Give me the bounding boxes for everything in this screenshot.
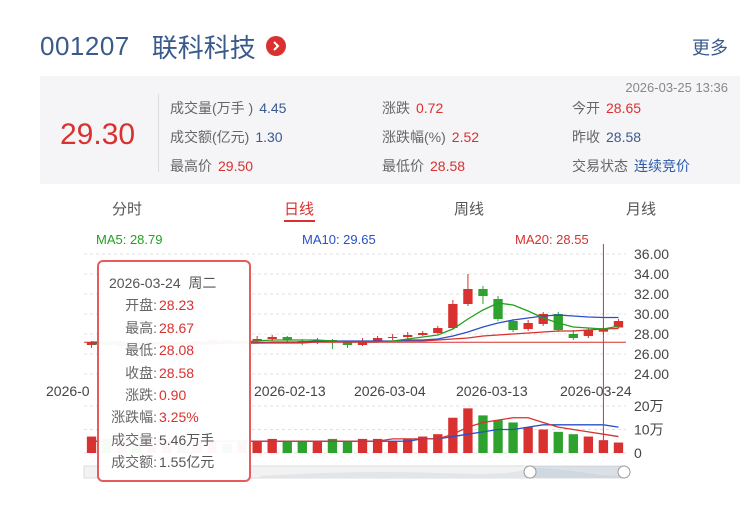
volume-tick-label: 0 [634, 445, 642, 461]
field-low: 最低价 28.58 [382, 158, 466, 174]
candle-tooltip: 2026-03-24 周二 开盘: 28.23 最高: 28.67 最低: 28.08… [97, 260, 251, 482]
quote-divider [158, 94, 159, 172]
volume-bar [583, 436, 594, 453]
candle-body [478, 289, 488, 296]
tooltip-row-turnover: 成交额: 1.55亿元 [111, 454, 215, 471]
price-tick-label: 36.00 [634, 246, 669, 262]
price-tick-label: 24.00 [634, 366, 669, 382]
volume-bar [523, 427, 533, 453]
quote-timestamp: 2026-03-25 13:36 [625, 80, 728, 95]
field-change: 涨跌 0.72 [382, 100, 444, 116]
volume-bar [508, 422, 518, 453]
date-tick-label: 2026-03-13 [456, 383, 528, 399]
chevron-right-icon [273, 41, 280, 51]
range-slider-handle-right[interactable] [617, 465, 631, 479]
volume-bar [478, 415, 488, 453]
period-tabs: 分时 日线 周线 月线 [40, 190, 740, 224]
candle-body [387, 337, 398, 338]
stock-quote-page: 001207 联科科技 更多 2026-03-25 13:36 29.30 成交… [0, 0, 748, 514]
candle-body [463, 289, 473, 304]
candle-body [418, 333, 428, 335]
volume-bar [613, 442, 624, 453]
volume-tick-label: 20万 [634, 398, 664, 414]
price-tick-label: 30.00 [634, 306, 669, 322]
price-tick-label: 28.00 [634, 326, 669, 342]
stock-header: 001207 联科科技 [40, 28, 286, 64]
tooltip-row-close: 收盘: 28.58 [125, 364, 195, 381]
range-slider-handle-left[interactable] [523, 465, 537, 479]
volume-bar [252, 441, 262, 453]
volume-bar [86, 436, 97, 453]
tooltip-row-open: 开盘: 28.23 [125, 297, 195, 314]
tooltip-row-low: 最低: 28.08 [125, 342, 195, 359]
tab-daily[interactable]: 日线 [284, 198, 314, 219]
field-change-pct: 涨跌幅(%) 2.52 [382, 129, 480, 145]
tab-monthly[interactable]: 月线 [626, 198, 656, 219]
price-tick-label: 32.00 [634, 286, 669, 302]
more-link[interactable]: 更多 [692, 34, 728, 60]
date-tick-label: 2026-0 [46, 383, 90, 399]
volume-bar [568, 434, 578, 453]
tooltip-row-high: 最高: 28.67 [125, 319, 195, 336]
volume-bar [463, 408, 473, 453]
candle-body [523, 323, 533, 329]
candle-body [403, 335, 413, 337]
volume-bar [312, 441, 323, 453]
field-volume: 成交量(万手 ) 4.45 [170, 100, 287, 116]
volume-bar [493, 420, 503, 453]
current-price: 29.30 [60, 118, 136, 151]
candle-body [448, 304, 458, 328]
field-turnover: 成交额(亿元) 1.30 [170, 129, 283, 145]
go-detail-button[interactable] [265, 36, 286, 56]
volume-bar [387, 441, 398, 453]
tab-intraday[interactable]: 分时 [112, 198, 142, 219]
volume-bar [433, 434, 443, 453]
volume-bar [342, 441, 353, 453]
quote-panel: 2026-03-25 13:36 29.30 成交量(万手 ) 4.45 成交额(… [40, 76, 740, 184]
field-high: 最高价 29.50 [170, 158, 254, 174]
candle-body [267, 337, 277, 339]
tooltip-row-change-pct: 涨跌幅: 3.25% [111, 409, 199, 426]
tooltip-weekday: 周二 [188, 275, 217, 291]
active-tab-underline [284, 220, 315, 222]
date-tick-label: 2026-03-04 [354, 383, 426, 399]
date-tick-label: 2026-03-24 [560, 383, 632, 399]
volume-tick-label: 10万 [634, 422, 664, 438]
candle-body [433, 328, 443, 333]
volume-bar [538, 429, 548, 453]
price-tick-label: 26.00 [634, 346, 669, 362]
price-tick-label: 34.00 [634, 266, 669, 282]
volume-bar [297, 441, 307, 453]
candle-body [568, 334, 578, 338]
field-prev-close: 昨收 28.58 [572, 129, 642, 145]
tooltip-date-row: 2026-03-24 周二 [99, 272, 249, 294]
candle-body [493, 299, 503, 319]
volume-bar [282, 441, 292, 453]
field-open: 今开 28.65 [572, 100, 642, 116]
stock-code: 001207 [40, 30, 130, 61]
tab-weekly[interactable]: 周线 [454, 198, 484, 219]
tooltip-row-change: 涨跌: 0.90 [125, 386, 187, 403]
tooltip-row-volume: 成交量: 5.46万手 [111, 431, 215, 448]
candle-body [508, 321, 518, 330]
range-slider-window [526, 466, 626, 478]
date-tick-label: 2026-02-13 [254, 383, 326, 399]
candle-body [583, 330, 594, 336]
stock-name[interactable]: 联科科技 [152, 28, 256, 65]
field-trade-status: 交易状态 连续竞价 [572, 158, 690, 174]
tooltip-date: 2026-03-24 [109, 275, 181, 291]
volume-bar [553, 431, 563, 453]
